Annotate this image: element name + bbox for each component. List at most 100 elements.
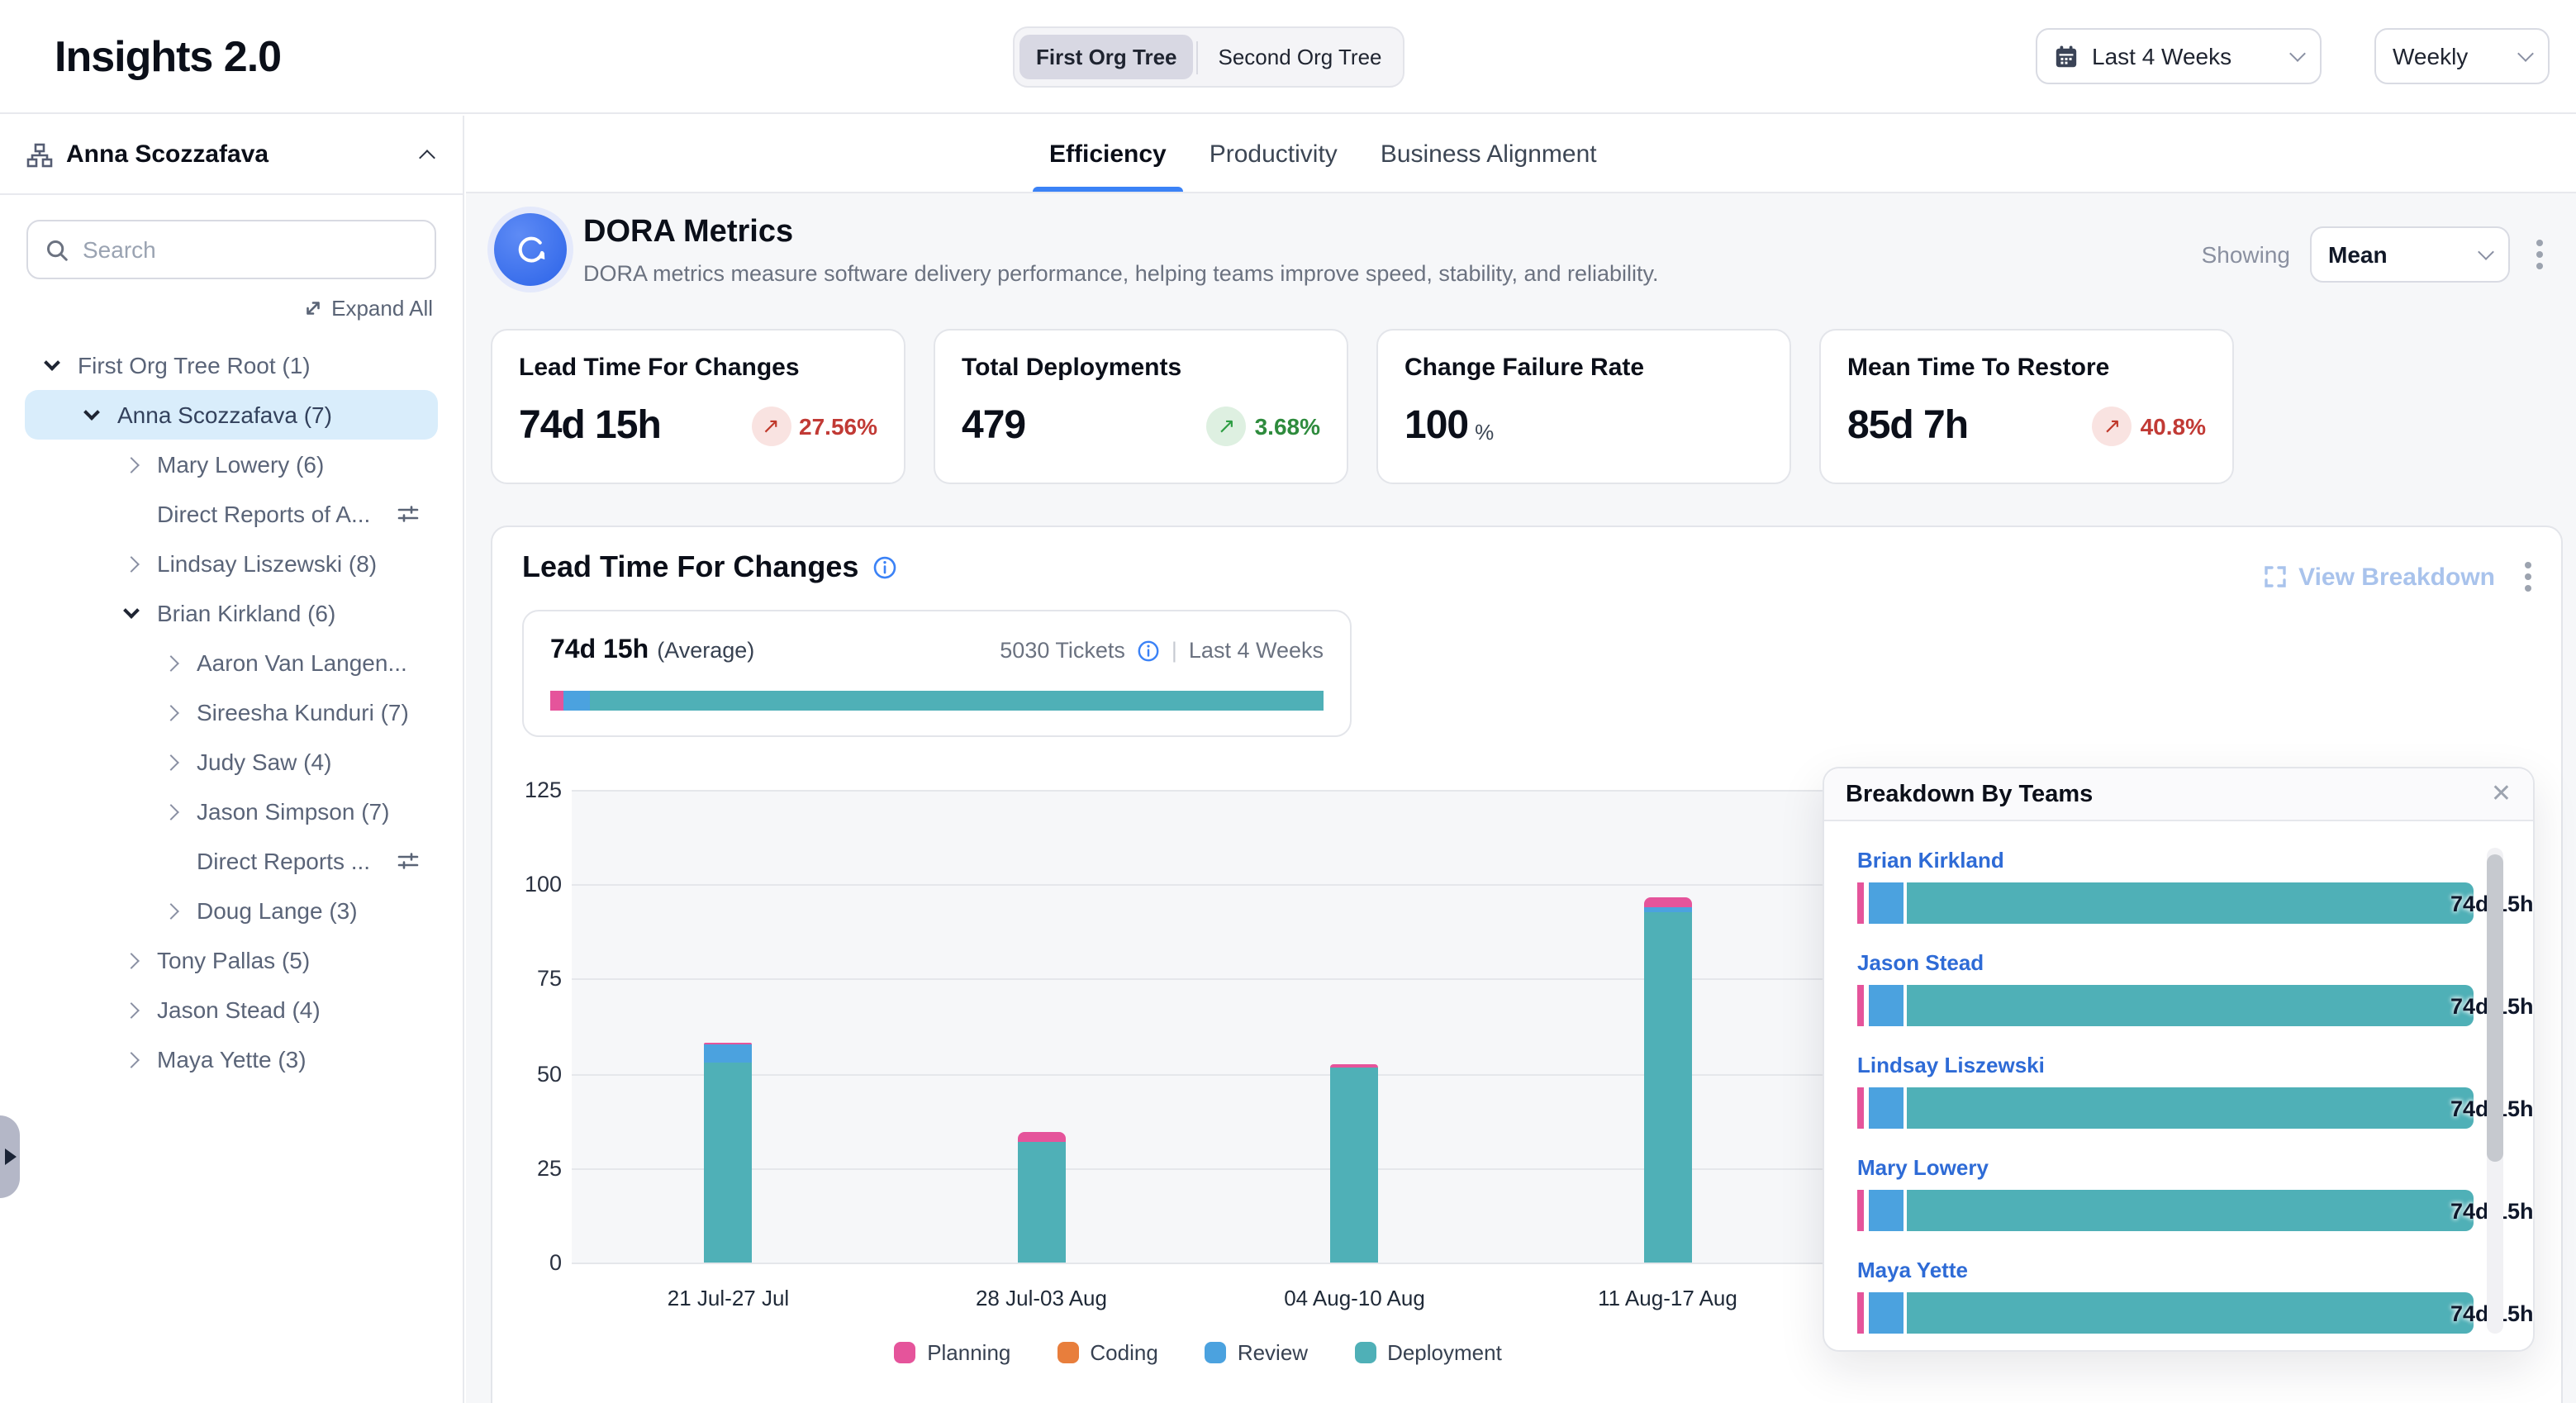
tab-efficiency[interactable]: Efficiency bbox=[1049, 116, 1167, 192]
tree-item-anna-scozzafava-7[interactable]: Anna Scozzafava (7) bbox=[25, 390, 438, 440]
legend-item-deployment[interactable]: Deployment bbox=[1354, 1340, 1502, 1365]
team-name-link[interactable]: Mary Lowery bbox=[1857, 1155, 2474, 1180]
collapse-chevron-icon[interactable] bbox=[419, 149, 435, 165]
bar-segment-deployment[interactable] bbox=[1018, 1142, 1066, 1263]
bar-segment-review[interactable] bbox=[705, 1045, 753, 1063]
lead-time-chart-card: Lead Time For Changes View Breakdown bbox=[491, 526, 2563, 1403]
tree-item-direct-reports[interactable]: Direct Reports ... bbox=[25, 836, 438, 886]
y-tick-label: 125 bbox=[525, 778, 562, 802]
chevron-right-icon[interactable] bbox=[163, 902, 179, 919]
chart-kebab-menu[interactable] bbox=[2518, 555, 2538, 598]
card-title: Mean Time To Restore bbox=[1847, 354, 2206, 382]
tree-item-direct-reports-of-a[interactable]: Direct Reports of A... bbox=[25, 489, 438, 539]
breakdown-team-list: Brian Kirkland74d 15hJason Stead74d 15hL… bbox=[1824, 821, 2533, 1334]
tree-item-sireesha-kunduri-7[interactable]: Sireesha Kunduri (7) bbox=[25, 687, 438, 737]
team-name-link[interactable]: Maya Yette bbox=[1857, 1258, 2474, 1282]
granularity-select[interactable]: Weekly bbox=[2374, 28, 2550, 84]
tree-item-doug-lange-3[interactable]: Doug Lange (3) bbox=[25, 886, 438, 935]
bar-segment-planning bbox=[1857, 1190, 1864, 1231]
card-change-failure-rate: Change Failure Rate 100 % bbox=[1376, 329, 1791, 484]
panel-scrollbar-track[interactable] bbox=[2487, 848, 2503, 1334]
sidebar-expand-handle[interactable] bbox=[0, 1115, 20, 1198]
tree-item-jason-simpson-7[interactable]: Jason Simpson (7) bbox=[25, 787, 438, 836]
chevron-right-icon[interactable] bbox=[123, 952, 140, 968]
close-icon[interactable]: ✕ bbox=[2491, 782, 2512, 806]
sidebar-header[interactable]: Anna Scozzafava bbox=[0, 116, 463, 195]
tab-business-alignment[interactable]: Business Alignment bbox=[1381, 116, 1597, 192]
showing-select[interactable]: Mean bbox=[2310, 226, 2510, 283]
tree-item-aaron-van-langen[interactable]: Aaron Van Langen... bbox=[25, 638, 438, 687]
chevron-down-icon[interactable] bbox=[83, 404, 100, 421]
tree-item-judy-saw-4[interactable]: Judy Saw (4) bbox=[25, 737, 438, 787]
search-icon bbox=[45, 237, 69, 262]
panel-scrollbar-thumb[interactable] bbox=[2487, 854, 2503, 1162]
tree-item-tony-pallas-5[interactable]: Tony Pallas (5) bbox=[25, 935, 438, 985]
bar-segment-deployment[interactable] bbox=[705, 1063, 753, 1263]
bar-segment-planning[interactable] bbox=[1018, 1132, 1066, 1142]
sidebar-search[interactable] bbox=[26, 220, 436, 279]
stacked-bar-28-jul-03-aug[interactable] bbox=[1018, 1132, 1066, 1263]
card-value: 479 bbox=[962, 403, 1025, 449]
card-mean-time-to-restore: Mean Time To Restore 85d 7h ↗ 40.8% bbox=[1819, 329, 2234, 484]
filter-sliders-icon[interactable] bbox=[397, 849, 420, 873]
first-org-tree-button[interactable]: First Org Tree bbox=[1019, 35, 1194, 79]
legend-item-review[interactable]: Review bbox=[1205, 1340, 1308, 1365]
chevron-down-icon[interactable] bbox=[123, 602, 140, 619]
chevron-right-icon[interactable] bbox=[163, 704, 179, 721]
dora-kebab-menu[interactable] bbox=[2530, 233, 2550, 276]
average-summary-card: 74d 15h (Average) 5030 Tickets | Last 4 … bbox=[522, 610, 1352, 737]
bar-segment-review bbox=[1869, 985, 1903, 1026]
chevron-down-icon bbox=[2517, 45, 2534, 62]
second-org-tree-button[interactable]: Second Org Tree bbox=[1202, 35, 1399, 79]
card-value: 85d 7h bbox=[1847, 403, 1968, 449]
stacked-bar-11-aug-17-aug[interactable] bbox=[1644, 897, 1692, 1263]
tree-item-mary-lowery-6[interactable]: Mary Lowery (6) bbox=[25, 440, 438, 489]
chevron-right-icon[interactable] bbox=[123, 555, 140, 572]
team-name-link[interactable]: Jason Stead bbox=[1857, 950, 2474, 975]
card-value-suffix: % bbox=[1475, 419, 1494, 444]
team-name-link[interactable]: Lindsay Liszewski bbox=[1857, 1053, 2474, 1077]
view-breakdown-button[interactable]: View Breakdown bbox=[2264, 563, 2495, 591]
tree-item-lindsay-liszewski-8[interactable]: Lindsay Liszewski (8) bbox=[25, 539, 438, 588]
team-name-link[interactable]: Brian Kirkland bbox=[1857, 848, 2474, 873]
chevron-right-icon[interactable] bbox=[123, 1001, 140, 1018]
tree-item-brian-kirkland-6[interactable]: Brian Kirkland (6) bbox=[25, 588, 438, 638]
bar-segment-planning[interactable] bbox=[1644, 897, 1692, 906]
content-area: DORA Metrics DORA metrics measure softwa… bbox=[466, 193, 2576, 1403]
chevron-right-icon[interactable] bbox=[123, 456, 140, 473]
card-title: Change Failure Rate bbox=[1404, 354, 1763, 382]
chevron-right-icon[interactable] bbox=[163, 654, 179, 671]
stacked-bar-21-jul-27-jul[interactable] bbox=[705, 1042, 753, 1263]
chevron-right-icon[interactable] bbox=[163, 754, 179, 770]
card-title: Total Deployments bbox=[962, 354, 1320, 382]
tree-item-first-org-tree-root-1[interactable]: First Org Tree Root (1) bbox=[25, 340, 438, 390]
app-title: Insights 2.0 bbox=[55, 31, 281, 83]
expand-all-button[interactable]: Expand All bbox=[26, 296, 433, 321]
y-tick-label: 100 bbox=[525, 872, 562, 896]
bar-segment-review bbox=[1869, 1087, 1903, 1129]
info-icon[interactable] bbox=[872, 555, 896, 580]
chevron-right-icon[interactable] bbox=[123, 1051, 140, 1068]
divider: | bbox=[1172, 638, 1177, 663]
legend-item-planning[interactable]: Planning bbox=[894, 1340, 1010, 1365]
bar-segment-deployment[interactable] bbox=[1644, 913, 1692, 1263]
legend-item-coding[interactable]: Coding bbox=[1057, 1340, 1157, 1365]
info-icon[interactable] bbox=[1137, 639, 1160, 662]
search-input[interactable] bbox=[83, 236, 418, 263]
legend-swatch bbox=[894, 1342, 915, 1363]
chevron-right-icon[interactable] bbox=[163, 803, 179, 820]
tab-productivity[interactable]: Productivity bbox=[1210, 116, 1338, 192]
tree-item-label: Jason Stead (4) bbox=[157, 996, 321, 1023]
bar-segment-review[interactable] bbox=[1644, 907, 1692, 913]
stacked-bar-04-aug-10-aug[interactable] bbox=[1331, 1065, 1379, 1263]
bar-segment-deployment[interactable] bbox=[1331, 1068, 1379, 1263]
top-bar: Insights 2.0 First Org Tree Second Org T… bbox=[0, 0, 2576, 114]
tree-item-jason-stead-4[interactable]: Jason Stead (4) bbox=[25, 985, 438, 1034]
legend-swatch bbox=[1354, 1342, 1376, 1363]
breakdown-by-teams-panel: Breakdown By Teams ✕ Brian Kirkland74d 1… bbox=[1823, 767, 2535, 1352]
chevron-down-icon[interactable] bbox=[44, 354, 60, 371]
filter-sliders-icon[interactable] bbox=[397, 502, 420, 526]
tree-item-maya-yette-3[interactable]: Maya Yette (3) bbox=[25, 1034, 438, 1084]
date-range-select[interactable]: Last 4 Weeks bbox=[2036, 28, 2322, 84]
average-label: (Average) bbox=[657, 638, 754, 663]
